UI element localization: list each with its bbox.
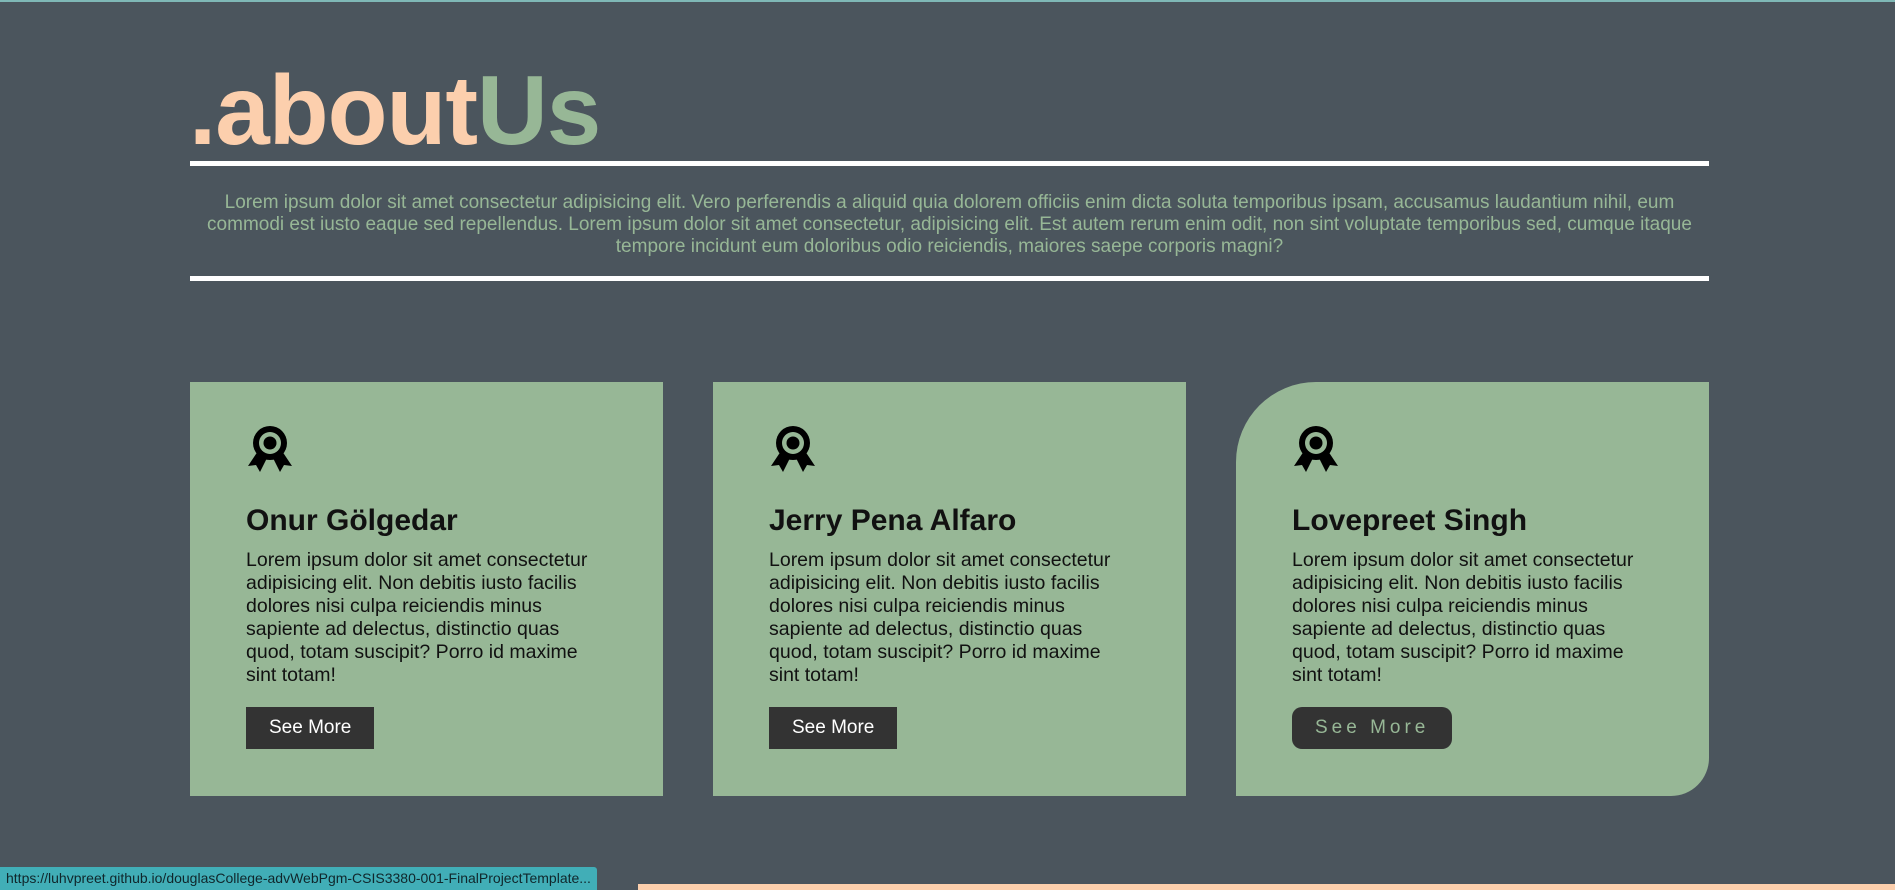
intro-paragraph: Lorem ipsum dolor sit amet consectetur a… <box>207 192 1692 257</box>
team-cards: Onur Gölgedar Lorem ipsum dolor sit amet… <box>190 382 1709 796</box>
award-ribbon-icon <box>248 426 292 472</box>
header-divider-bottom <box>190 276 1709 281</box>
page-title: .aboutUs <box>189 52 601 168</box>
team-card-3: Lovepreet Singh Lorem ipsum dolor sit am… <box>1236 382 1709 796</box>
award-ribbon-icon <box>1294 426 1338 472</box>
team-member-name: Jerry Pena Alfaro <box>769 504 1017 537</box>
header-divider-top <box>190 161 1709 166</box>
link-status-bar: https://luhvpreet.github.io/douglasColle… <box>0 867 597 890</box>
team-member-name: Onur Gölgedar <box>246 504 458 537</box>
team-card-2: Jerry Pena Alfaro Lorem ipsum dolor sit … <box>713 382 1186 796</box>
top-border-line <box>0 0 1895 2</box>
see-more-button[interactable]: See More <box>246 707 375 749</box>
see-more-button[interactable]: See More <box>769 707 898 749</box>
team-card-1: Onur Gölgedar Lorem ipsum dolor sit amet… <box>190 382 663 796</box>
team-member-description: Lorem ipsum dolor sit amet consectetur a… <box>1292 549 1634 686</box>
page-title-about: .about <box>189 55 478 165</box>
bottom-accent-line <box>638 884 1895 890</box>
team-member-name: Lovepreet Singh <box>1292 504 1528 537</box>
see-more-button[interactable]: See More <box>1292 707 1453 749</box>
team-member-description: Lorem ipsum dolor sit amet consectetur a… <box>769 549 1111 686</box>
award-ribbon-icon <box>771 426 815 472</box>
page-title-us: Us <box>476 55 601 165</box>
team-member-description: Lorem ipsum dolor sit amet consectetur a… <box>246 549 588 686</box>
